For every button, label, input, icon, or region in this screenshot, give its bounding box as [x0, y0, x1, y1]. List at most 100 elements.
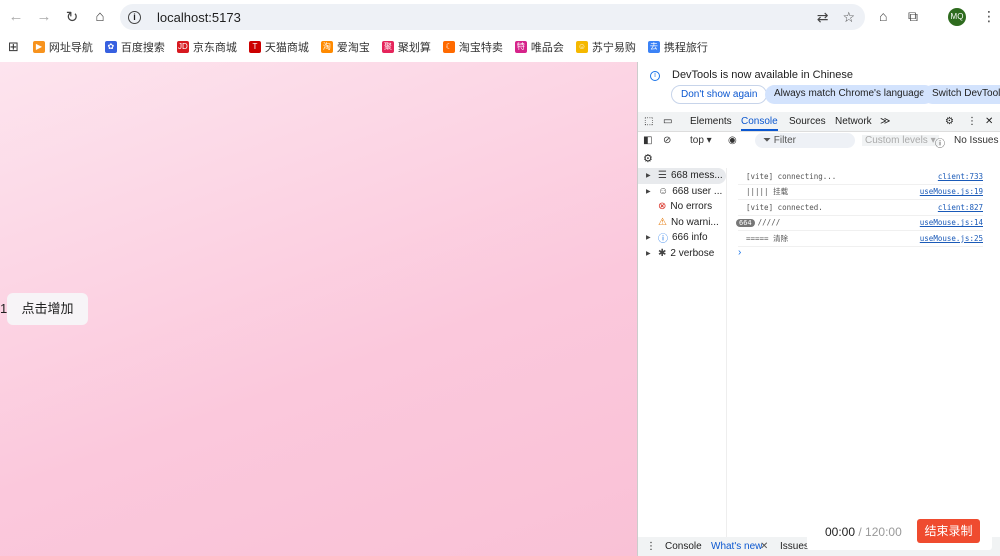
avatar[interactable]: MQ — [948, 8, 966, 26]
bookmark-label: 聚划算 — [397, 41, 431, 54]
increment-button[interactable]: 点击增加 — [7, 293, 88, 325]
expand-arrow-icon[interactable]: ▶ — [646, 172, 654, 179]
expand-arrow-icon[interactable]: ▶ — [646, 250, 654, 257]
bookmark-label: 网址导航 — [48, 41, 93, 54]
settings-icon[interactable]: ⚙ — [945, 116, 954, 127]
sidebar-filter-item[interactable]: ▶ ☰ 668 mess... — [638, 168, 726, 184]
expand-arrow-icon[interactable]: ▶ — [646, 234, 654, 241]
back-icon[interactable]: ← — [2, 8, 30, 25]
drawer-menu-icon[interactable]: ⋮ — [646, 541, 656, 552]
bookmark-favicon-icon: 特 — [514, 40, 527, 53]
sidebar-filter-item[interactable]: ⚠ No warni... — [638, 215, 726, 231]
translate-icon[interactable]: ⇄ — [817, 9, 829, 26]
bookmark-favicon-icon: 去 — [647, 40, 660, 53]
log-text: ///// — [757, 218, 781, 228]
tab-sources[interactable]: Sources — [789, 116, 826, 127]
issues-info-icon: ⓘ — [935, 139, 945, 150]
issues-count[interactable]: No Issues — [954, 135, 998, 146]
sidebar-item-label: 666 info — [672, 232, 708, 244]
sidebar-filter-item[interactable]: ⊗ No errors — [638, 199, 726, 215]
switch-devtools-button[interactable]: Switch DevTools — [923, 85, 1000, 104]
bookmark-label: 苏宁易购 — [591, 41, 636, 54]
bookmark-favicon-icon: ▶ — [32, 40, 45, 53]
log-source-link[interactable]: client:733 — [938, 172, 983, 181]
bookmark-item[interactable]: ☺ 苏宁易购 — [575, 39, 636, 55]
console-sidebar: ▶ ☰ 668 mess... ▶ ☺ 668 user ... ⊗ No errors ⚠ No… — [638, 168, 727, 538]
menu-icon[interactable]: ⋮ — [982, 8, 996, 25]
bookmark-label: 淘宝特卖 — [458, 41, 503, 54]
bookmark-item[interactable]: 去携程旅行 — [647, 39, 708, 55]
info-icon: ⓘ — [658, 234, 668, 246]
sidebar-item-label: 2 verbose — [670, 247, 715, 259]
home-icon[interactable]: ⌂ — [879, 8, 887, 24]
tab-console[interactable]: Console — [741, 116, 778, 131]
home-icon[interactable]: ⌂ — [86, 8, 114, 25]
bookmark-item[interactable]: ☾ 淘宝特卖 — [442, 39, 503, 55]
bookmark-item[interactable]: 淘爱淘宝 — [320, 39, 370, 55]
close-icon[interactable]: ✕ — [985, 116, 993, 127]
bookmark-favicon-icon: ☺ — [575, 40, 588, 53]
log-source-link[interactable]: useMouse.js:19 — [920, 187, 983, 196]
always-match-language-button[interactable]: Always match Chrome's language — [765, 85, 934, 104]
console-prompt[interactable]: › — [738, 247, 741, 258]
console-settings-icon[interactable]: ⚙ — [643, 152, 653, 165]
tab-network[interactable]: Network — [835, 116, 872, 127]
warning-icon: ⚠ — [658, 216, 667, 228]
log-text: ===== 清除 — [746, 233, 789, 243]
close-tab-icon[interactable]: ✕ — [760, 541, 768, 552]
elapsed-time: 00:00 — [825, 525, 856, 539]
log-text: [vite] connected. — [746, 202, 823, 212]
forward-icon[interactable]: → — [30, 8, 58, 25]
eye-icon[interactable]: ◉ — [728, 135, 737, 146]
stop-recording-button[interactable]: 结束录制 — [917, 519, 980, 543]
error-icon: ⊗ — [658, 201, 667, 213]
recorder-widget: 00:00 / 120:00 结束录制 — [807, 515, 992, 550]
filter-placeholder: Filter — [773, 135, 797, 146]
language-banner: i DevTools is now available in Chinese D… — [638, 62, 1000, 112]
drawer-tab-issues[interactable]: Issues — [780, 541, 809, 552]
drawer-tab-whats-new[interactable]: What's new — [711, 541, 762, 552]
expand-arrow-icon[interactable]: ▶ — [646, 188, 654, 195]
repeat-count-badge: 664 — [736, 218, 755, 227]
browser-toolbar: ← → ↻ ⌂ i localhost:5173 ⇄ ☆ ⌂ ⧉ MQ ⋮ — [0, 0, 1000, 33]
bookmark-item[interactable]: 聚聚划算 — [381, 39, 431, 55]
log-source-link[interactable]: client:827 — [938, 203, 983, 212]
bookmark-favicon-icon: 聚 — [381, 40, 394, 53]
address-bar[interactable]: i localhost:5173 ⇄ ☆ — [120, 4, 865, 30]
dont-show-again-button[interactable]: Don't show again — [671, 85, 768, 104]
clear-console-icon[interactable]: ⊘ — [663, 135, 671, 146]
log-levels-select[interactable]: Custom levels ▾ — [862, 135, 939, 146]
bookmarks-bar: ⊞ ▶ 网址导航 ✿ 百度搜索 JD 京东商城 T 天猫商城淘爱淘宝聚聚划算 ☾ 淘宝特卖特唯品会… — [0, 33, 1000, 60]
inspect-icon[interactable]: ⬚ — [644, 116, 653, 127]
sidebar-filter-item[interactable]: ▶ ⓘ 666 info — [638, 230, 726, 246]
bookmark-item[interactable]: T 天猫商城 — [248, 39, 309, 55]
bookmark-label: 京东商城 — [192, 41, 237, 54]
tab-elements[interactable]: Elements — [690, 116, 732, 127]
sidebar-toggle-icon[interactable]: ◧ — [643, 135, 652, 146]
drawer-tab-console[interactable]: Console — [665, 541, 702, 552]
extensions-icon[interactable]: ⧉ — [908, 8, 918, 25]
log-source-link[interactable]: useMouse.js:25 — [920, 234, 983, 243]
bookmark-favicon-icon: 淘 — [320, 40, 333, 53]
bookmark-item[interactable]: ✿ 百度搜索 — [104, 39, 165, 55]
context-select[interactable]: top ▾ — [690, 135, 712, 146]
filter-input[interactable]: ⏷ Filter — [755, 133, 855, 148]
sidebar-filter-item[interactable]: ▶ ✱ 2 verbose — [638, 246, 726, 262]
bookmark-item[interactable]: ▶ 网址导航 — [32, 39, 93, 55]
star-icon[interactable]: ☆ — [842, 9, 855, 26]
device-toggle-icon[interactable]: ▭ — [663, 116, 672, 127]
log-entry: [vite] connected. client:827 — [738, 200, 983, 216]
bookmark-item[interactable]: 特唯品会 — [514, 39, 564, 55]
console-messages: [vite] connecting... client:733 ||||| 挂载 us… — [736, 169, 983, 247]
bookmark-label: 百度搜索 — [120, 41, 165, 54]
site-info-icon[interactable]: i — [128, 10, 141, 24]
reload-icon[interactable]: ↻ — [58, 8, 86, 26]
url-text[interactable]: localhost:5173 — [157, 10, 241, 25]
banner-text: DevTools is now available in Chinese — [672, 69, 853, 81]
more-options-icon[interactable]: ⋮ — [967, 116, 977, 127]
log-source-link[interactable]: useMouse.js:14 — [920, 218, 983, 227]
more-tabs-icon[interactable]: ≫ — [880, 116, 890, 127]
sidebar-filter-item[interactable]: ▶ ☺ 668 user ... — [638, 184, 726, 200]
apps-icon[interactable]: ⊞ — [8, 39, 19, 55]
bookmark-item[interactable]: JD 京东商城 — [176, 39, 237, 55]
